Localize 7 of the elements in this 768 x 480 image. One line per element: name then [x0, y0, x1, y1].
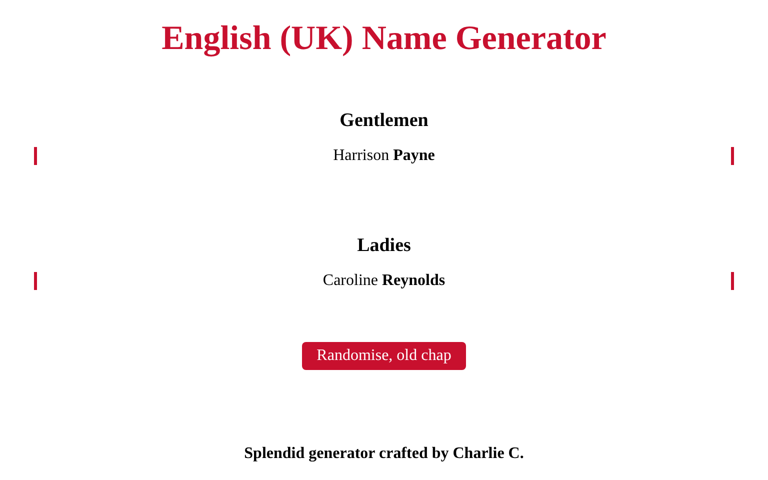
footer-credit: Splendid generator crafted by Charlie C. [244, 444, 524, 464]
page-title: English (UK) Name Generator [162, 19, 606, 59]
randomise-button[interactable]: Randomise, old chap [302, 342, 466, 370]
generated-name: Harrison Payne [333, 147, 435, 165]
generated-name: Caroline Reynolds [322, 272, 446, 290]
section-heading: Gentlemen [340, 109, 428, 133]
section-heading: Ladies [357, 234, 411, 258]
